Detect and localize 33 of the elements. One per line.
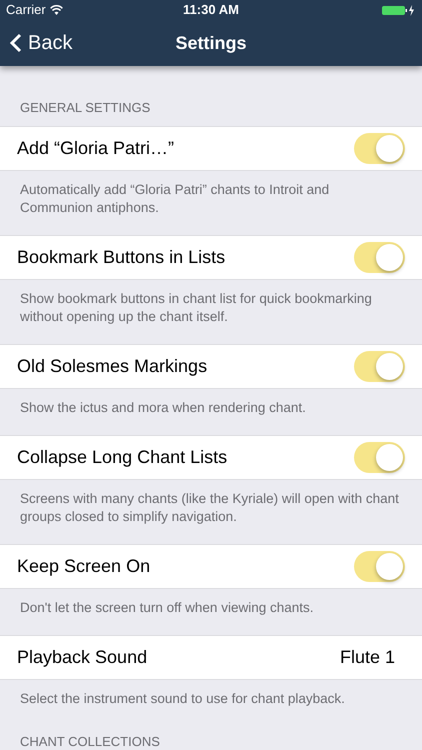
toggle-switch[interactable] xyxy=(354,133,405,164)
row-description: Don't let the screen turn off when viewing chants. xyxy=(20,599,314,617)
row-description: Select the instrument sound to use for chant playback. xyxy=(20,690,346,708)
settings-row[interactable]: Keep Screen On xyxy=(0,544,422,589)
toggle-switch[interactable] xyxy=(354,551,405,582)
row-label: Add “Gloria Patri…” xyxy=(17,137,174,160)
wifi-icon xyxy=(50,5,63,15)
row-description: Automatically add “Gloria Patri” chants to Introit and Communion antiphons. xyxy=(20,181,330,217)
row-label: Old Solesmes Markings xyxy=(17,355,208,378)
row-value: Flute 1 xyxy=(340,646,396,669)
back-button[interactable]: Back xyxy=(10,28,72,58)
settings-row[interactable]: Old Solesmes Markings xyxy=(0,344,422,389)
status-time: 11:30 AM xyxy=(183,1,239,20)
toggle-switch[interactable] xyxy=(354,442,405,473)
row-label: Bookmark Buttons in Lists xyxy=(17,246,226,269)
row-description: Show the ictus and mora when rendering chant. xyxy=(20,399,307,417)
row-label: Collapse Long Chant Lists xyxy=(17,446,228,469)
toggle-switch[interactable] xyxy=(354,242,405,273)
section-header: CHANT COLLECTIONS xyxy=(20,734,160,749)
battery-icon xyxy=(382,4,416,16)
toggle-switch[interactable] xyxy=(354,351,405,382)
screen-title: Settings xyxy=(175,32,246,55)
row-label: Keep Screen On xyxy=(17,555,150,578)
settings-row[interactable]: Playback Sound Flute 1 xyxy=(0,635,422,680)
settings-row[interactable]: Collapse Long Chant Lists xyxy=(0,435,422,480)
section-header: GENERAL SETTINGS xyxy=(20,100,150,115)
settings-row[interactable]: Bookmark Buttons in Lists xyxy=(0,235,422,280)
chevron-left-icon xyxy=(10,33,22,53)
row-description: Show bookmark buttons in chant list for quick bookmarking without opening up the chant itself. xyxy=(20,290,373,326)
row-label: Playback Sound xyxy=(17,646,148,669)
carrier-label: Carrier xyxy=(6,1,46,20)
settings-row[interactable]: Add “Gloria Patri…” xyxy=(0,126,422,171)
row-description: Screens with many chants (like the Kyriale) will open with chant groups closed to simplify navigation. xyxy=(20,490,400,526)
